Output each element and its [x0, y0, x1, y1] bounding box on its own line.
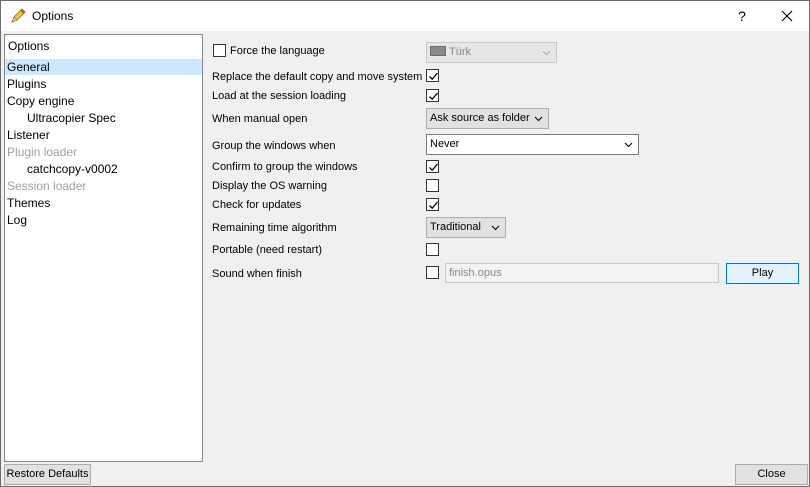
manual-open-select[interactable]: Ask source as folder: [426, 108, 549, 129]
close-icon: [781, 10, 793, 22]
chevron-down-icon: [542, 50, 551, 56]
confirm-group-label: Confirm to group the windows: [212, 161, 358, 173]
window-close-button[interactable]: [769, 1, 805, 31]
close-button[interactable]: Close: [735, 464, 808, 485]
force-language-checkbox[interactable]: [213, 44, 226, 57]
replace-default-checkbox[interactable]: [426, 69, 439, 82]
tree-item-themes[interactable]: Themes: [5, 195, 50, 211]
remaining-time-value: Traditional: [430, 221, 481, 233]
help-button[interactable]: ?: [724, 1, 760, 31]
tree-item-copy-engine[interactable]: Copy engine: [5, 93, 74, 109]
portable-label: Portable (need restart): [212, 244, 323, 256]
force-language-label: Force the language: [230, 45, 325, 57]
tree-header: Options: [8, 39, 50, 53]
language-value: Türk: [449, 46, 471, 58]
check-updates-checkbox[interactable]: [426, 198, 439, 211]
tree-item-log[interactable]: Log: [5, 212, 27, 228]
checkmark-icon: [429, 201, 438, 210]
title-bar: Options ?: [1, 1, 809, 31]
check-updates-label: Check for updates: [212, 199, 302, 211]
os-warning-checkbox[interactable]: [426, 179, 439, 192]
portable-checkbox[interactable]: [426, 243, 439, 256]
load-session-checkbox[interactable]: [426, 89, 439, 102]
options-window: Options ? Options General Plugins Copy e…: [0, 0, 810, 487]
load-session-label: Load at the session loading: [212, 90, 346, 102]
manual-open-value: Ask source as folder: [430, 112, 530, 124]
remaining-time-label: Remaining time algorithm: [212, 222, 337, 234]
confirm-group-checkbox[interactable]: [426, 160, 439, 173]
tree-item-ultracopier-spec[interactable]: Ultracopier Spec: [5, 110, 116, 126]
restore-defaults-button[interactable]: Restore Defaults: [4, 464, 91, 485]
checkmark-icon: [429, 72, 438, 81]
tree-item-plugins[interactable]: Plugins: [5, 76, 46, 92]
replace-default-label: Replace the default copy and move system: [212, 71, 423, 83]
sound-file-input: finish.opus: [445, 263, 719, 283]
chevron-down-icon: [491, 225, 500, 231]
manual-open-label: When manual open: [212, 113, 308, 125]
checkmark-icon: [429, 92, 438, 101]
chevron-down-icon: [534, 116, 543, 122]
group-windows-label: Group the windows when: [212, 140, 336, 152]
group-windows-select[interactable]: Never: [426, 134, 639, 155]
language-select: Türk: [426, 42, 557, 63]
tree-item-catchcopy[interactable]: catchcopy-v0002: [5, 161, 118, 177]
sound-finish-label: Sound when finish: [212, 268, 302, 280]
tree-item-listener[interactable]: Listener: [5, 127, 50, 143]
flag-icon: [430, 46, 446, 57]
window-title: Options: [32, 9, 74, 23]
remaining-time-select[interactable]: Traditional: [426, 217, 506, 238]
tree-item-session-loader: Session loader: [7, 179, 87, 193]
pencil-icon: [9, 7, 27, 25]
tree-item-general[interactable]: General: [5, 59, 202, 75]
group-windows-value: Never: [430, 138, 460, 150]
tree-item-plugin-loader: Plugin loader: [7, 145, 78, 159]
chevron-down-icon: [624, 142, 633, 148]
os-warning-label: Display the OS warning: [212, 180, 327, 192]
checkmark-icon: [429, 163, 438, 172]
options-tree[interactable]: Options General Plugins Copy engine Ultr…: [4, 34, 203, 462]
play-button[interactable]: Play: [726, 263, 799, 284]
sound-finish-checkbox[interactable]: [426, 266, 439, 279]
